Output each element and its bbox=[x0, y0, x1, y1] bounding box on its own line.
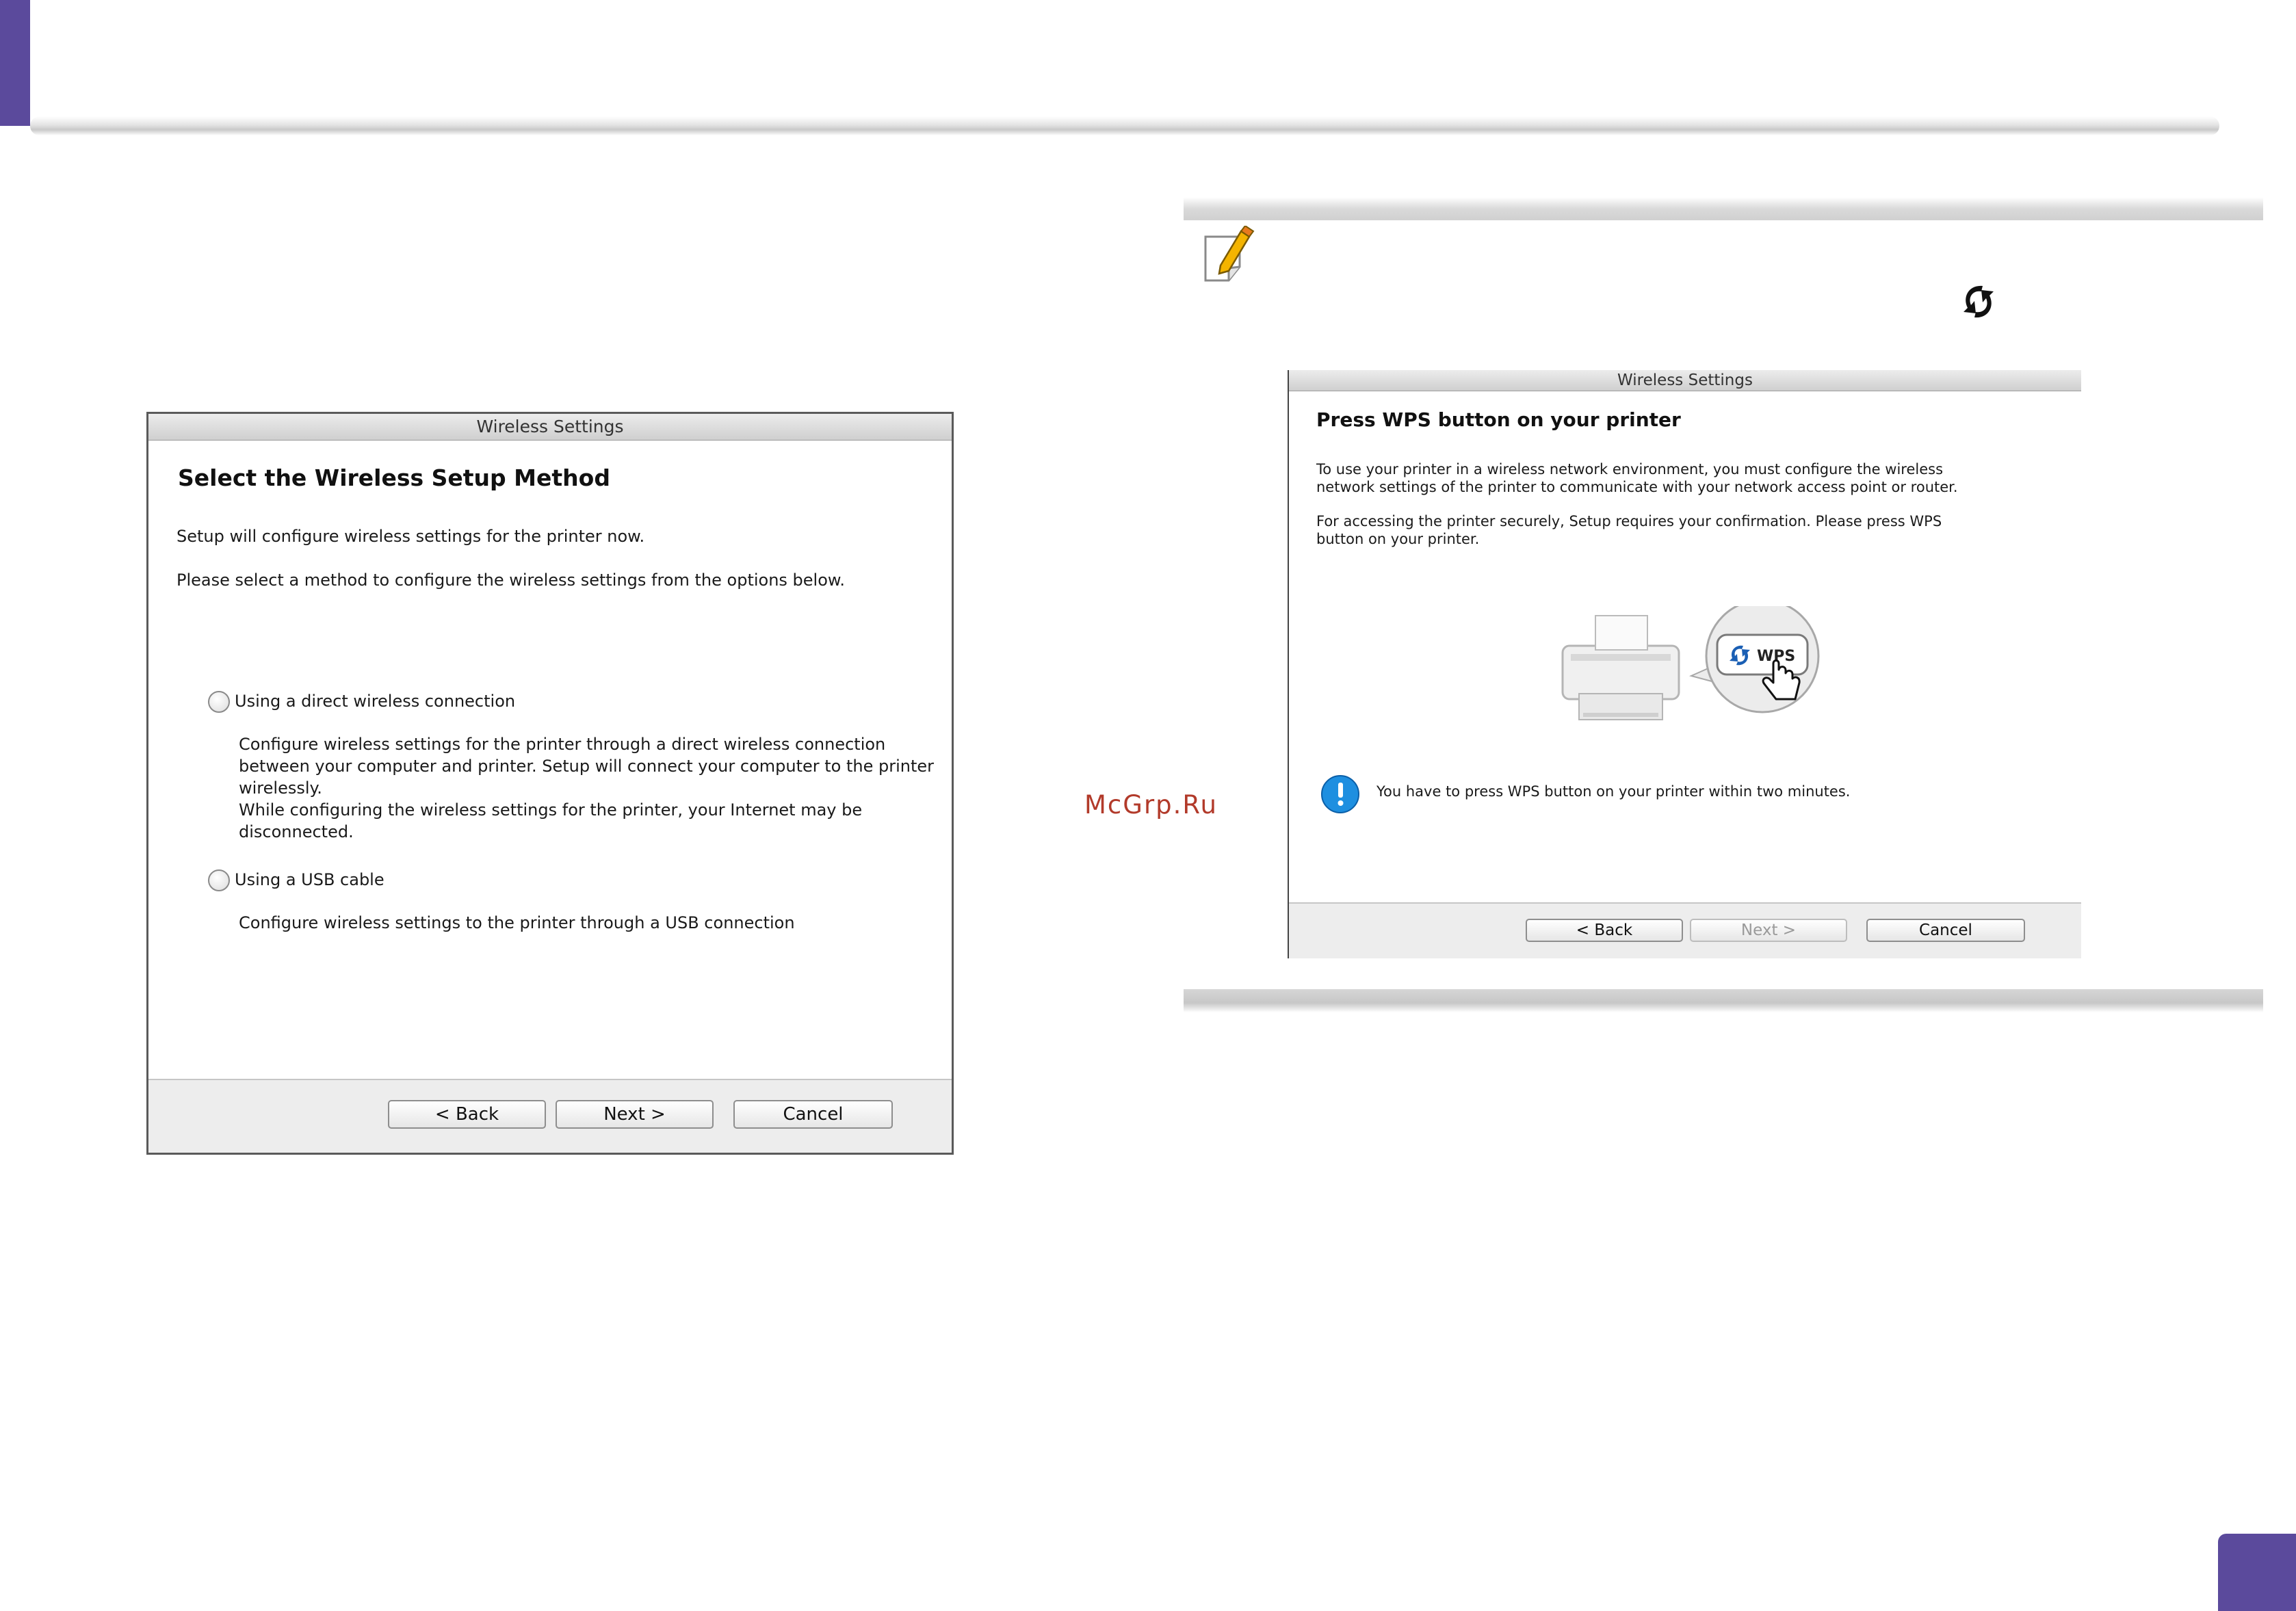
dialog-footer: < Back Next > Cancel bbox=[148, 1079, 952, 1153]
corner-tab bbox=[0, 0, 30, 126]
option-usb-desc: Configure wireless settings to the print… bbox=[239, 913, 795, 932]
back-button[interactable]: < Back bbox=[388, 1100, 546, 1129]
dialog-title: Wireless Settings bbox=[1289, 370, 2081, 391]
info-icon bbox=[1321, 775, 1359, 813]
para-2-line: For accessing the printer securely, Setu… bbox=[1316, 513, 1942, 529]
wireless-settings-dialog-method: Wireless Settings Select the Wireless Se… bbox=[146, 412, 954, 1155]
dialog-footer: < Back Next > Cancel bbox=[1289, 902, 2081, 958]
option-usb-label[interactable]: Using a USB cable bbox=[235, 869, 384, 891]
header-rule bbox=[30, 116, 2219, 135]
option-direct-desc-line: disconnected. bbox=[239, 822, 354, 841]
option-direct-desc-line: While configuring the wireless settings … bbox=[239, 800, 863, 820]
printer-icon bbox=[1561, 615, 1680, 720]
intro-text-1: Setup will configure wireless settings f… bbox=[177, 527, 645, 546]
para-1-line: To use your printer in a wireless networ… bbox=[1316, 461, 1944, 477]
cancel-button[interactable]: Cancel bbox=[1866, 919, 2025, 942]
page-number-badge bbox=[2218, 1534, 2296, 1611]
next-button[interactable]: Next > bbox=[556, 1100, 714, 1129]
wireless-settings-dialog-wps: Wireless Settings Press WPS button on yo… bbox=[1288, 370, 2081, 958]
memo-note-icon bbox=[1204, 226, 1255, 282]
next-button[interactable]: Next > bbox=[1690, 919, 1847, 942]
para-2-line: button on your printer. bbox=[1316, 531, 1480, 547]
note-top-bar bbox=[1184, 197, 2263, 220]
intro-text-2: Please select a method to configure the … bbox=[177, 571, 845, 590]
wps-icon bbox=[1964, 285, 1994, 318]
dialog-heading: Press WPS button on your printer bbox=[1316, 408, 1681, 431]
option-direct-desc-line: Configure wireless settings for the prin… bbox=[239, 735, 886, 754]
radio-usb-cable[interactable] bbox=[208, 869, 230, 891]
option-direct-desc-line: wirelessly. bbox=[239, 778, 322, 798]
dialog-title: Wireless Settings bbox=[148, 414, 952, 441]
printer-wps-illustration: WPS bbox=[1561, 606, 1820, 720]
back-button[interactable]: < Back bbox=[1526, 919, 1683, 942]
option-direct-label[interactable]: Using a direct wireless connection bbox=[235, 690, 515, 712]
info-message: You have to press WPS button on your pri… bbox=[1377, 783, 1851, 800]
para-1-line: network settings of the printer to commu… bbox=[1316, 479, 1958, 495]
radio-direct-wireless[interactable] bbox=[208, 691, 230, 713]
dialog-heading: Select the Wireless Setup Method bbox=[178, 464, 610, 491]
option-direct-desc-line: between your computer and printer. Setup… bbox=[239, 757, 935, 776]
watermark-text: McGrp.Ru bbox=[1084, 790, 1218, 820]
note-bottom-bar bbox=[1184, 989, 2263, 1012]
cancel-button[interactable]: Cancel bbox=[733, 1100, 893, 1129]
